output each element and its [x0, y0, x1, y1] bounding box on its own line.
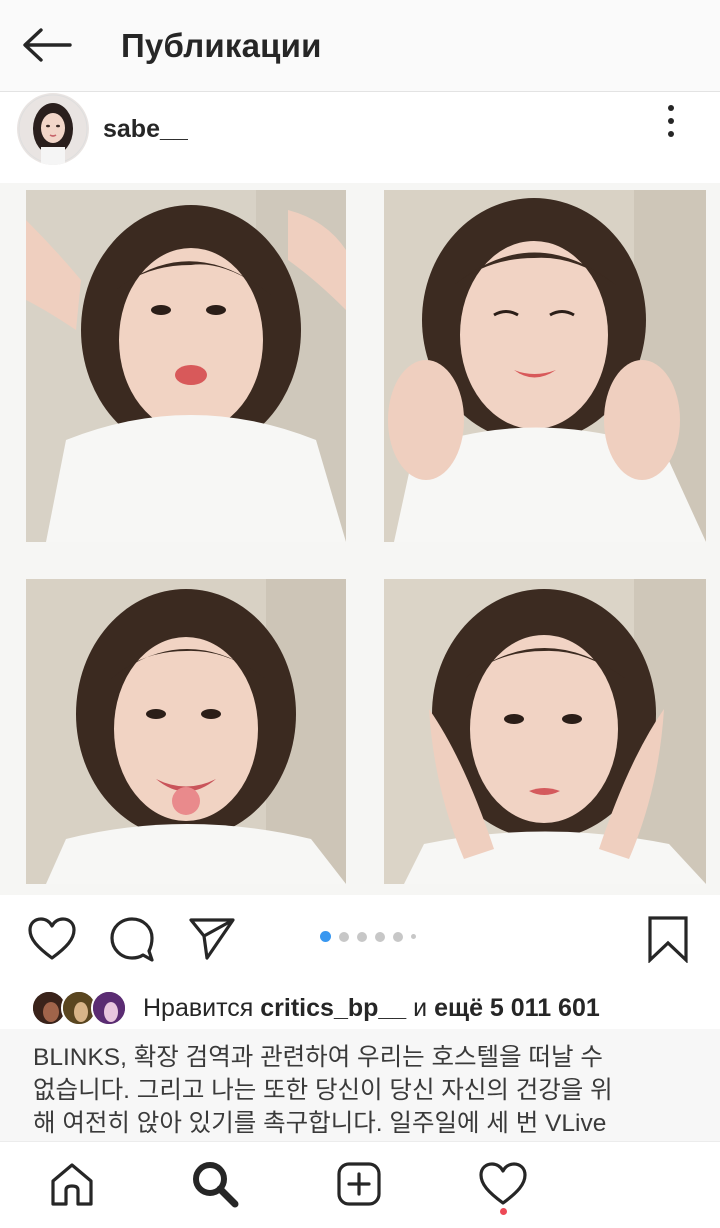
bookmark-icon	[648, 916, 688, 963]
post-header: sabe__	[0, 93, 720, 183]
more-vertical-icon	[668, 105, 674, 111]
activity-heart-icon	[479, 1162, 527, 1205]
liker-avatars	[31, 990, 131, 1026]
caption-line: BLINKS, 확장 검역과 관련하여 우리는 호스텔을 떠날 수	[33, 1044, 603, 1071]
post-media[interactable]	[0, 183, 720, 895]
search-icon	[193, 1162, 239, 1208]
post-photo-3	[26, 579, 346, 884]
caption-line: 해 여전히 앉아 있기를 촉구합니다. 일주일에 세 번 VLive	[33, 1110, 607, 1137]
like-button[interactable]	[24, 911, 80, 967]
heart-icon	[28, 917, 76, 960]
comment-icon	[110, 917, 154, 962]
nav-activity[interactable]	[471, 1152, 535, 1216]
likes-conj: и	[413, 994, 428, 1022]
post-photo-2	[384, 190, 706, 542]
post-username[interactable]: sabe__	[103, 115, 188, 144]
likes-prefix: Нравится	[143, 994, 254, 1022]
new-post-icon	[337, 1162, 381, 1206]
nav-home[interactable]	[40, 1152, 104, 1216]
carousel-indicator	[320, 931, 416, 942]
carousel-dot-active	[320, 931, 331, 942]
more-options-button[interactable]	[656, 101, 686, 141]
comment-button[interactable]	[104, 911, 160, 967]
caption-line: 없습니다. 그리고 나는 또한 당신이 당신 자신의 건강을 위	[33, 1077, 613, 1104]
arrow-left-icon	[23, 28, 72, 62]
carousel-dot	[339, 931, 349, 942]
home-icon	[51, 1163, 93, 1206]
post-photo-4	[384, 579, 706, 884]
likes-count[interactable]: ещё 5 011 601	[434, 994, 600, 1022]
avatar[interactable]	[17, 93, 89, 165]
top-app-bar: Публикации	[0, 0, 720, 92]
post-photo-1	[26, 190, 346, 542]
carousel-dot	[411, 934, 416, 939]
notification-dot	[500, 1208, 507, 1215]
page-title: Публикации	[121, 27, 322, 64]
carousel-dot	[393, 931, 403, 942]
nav-new-post[interactable]	[327, 1152, 391, 1216]
nav-search[interactable]	[183, 1152, 247, 1216]
avatar	[91, 990, 127, 1026]
likes-row[interactable]: Нравится critics_bp__ и ещё 5 011 601	[0, 985, 720, 1029]
carousel-dot	[375, 931, 385, 942]
liker-username[interactable]: critics_bp__	[260, 994, 406, 1022]
carousel-dot	[357, 931, 367, 942]
share-button[interactable]	[184, 911, 240, 967]
back-button[interactable]	[18, 22, 76, 68]
bottom-nav	[0, 1141, 720, 1228]
likes-text: Нравится critics_bp__ и ещё 5 011 601	[143, 994, 600, 1023]
post-caption[interactable]: BLINKS, 확장 검역과 관련하여 우리는 호스텔을 떠날 수 없습니다. …	[0, 1029, 720, 1141]
save-button[interactable]	[640, 911, 696, 967]
send-icon	[189, 918, 235, 960]
